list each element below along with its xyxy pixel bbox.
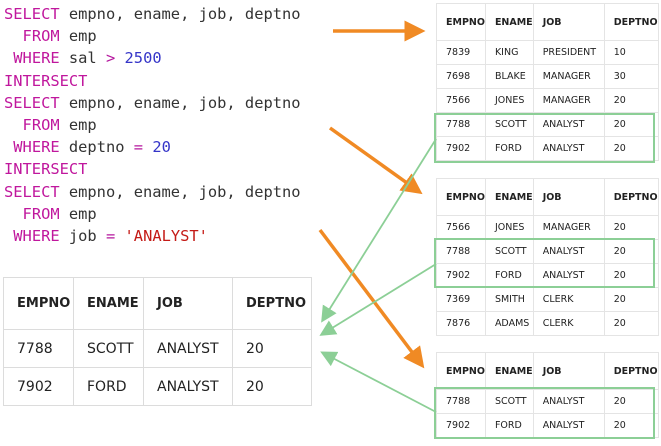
green-arrow-2	[319, 263, 437, 336]
green-arrow-3	[320, 351, 437, 413]
arrows-layer	[318, 20, 437, 413]
orange-arrow-3	[318, 228, 425, 369]
orange-arrow-2	[328, 126, 423, 195]
